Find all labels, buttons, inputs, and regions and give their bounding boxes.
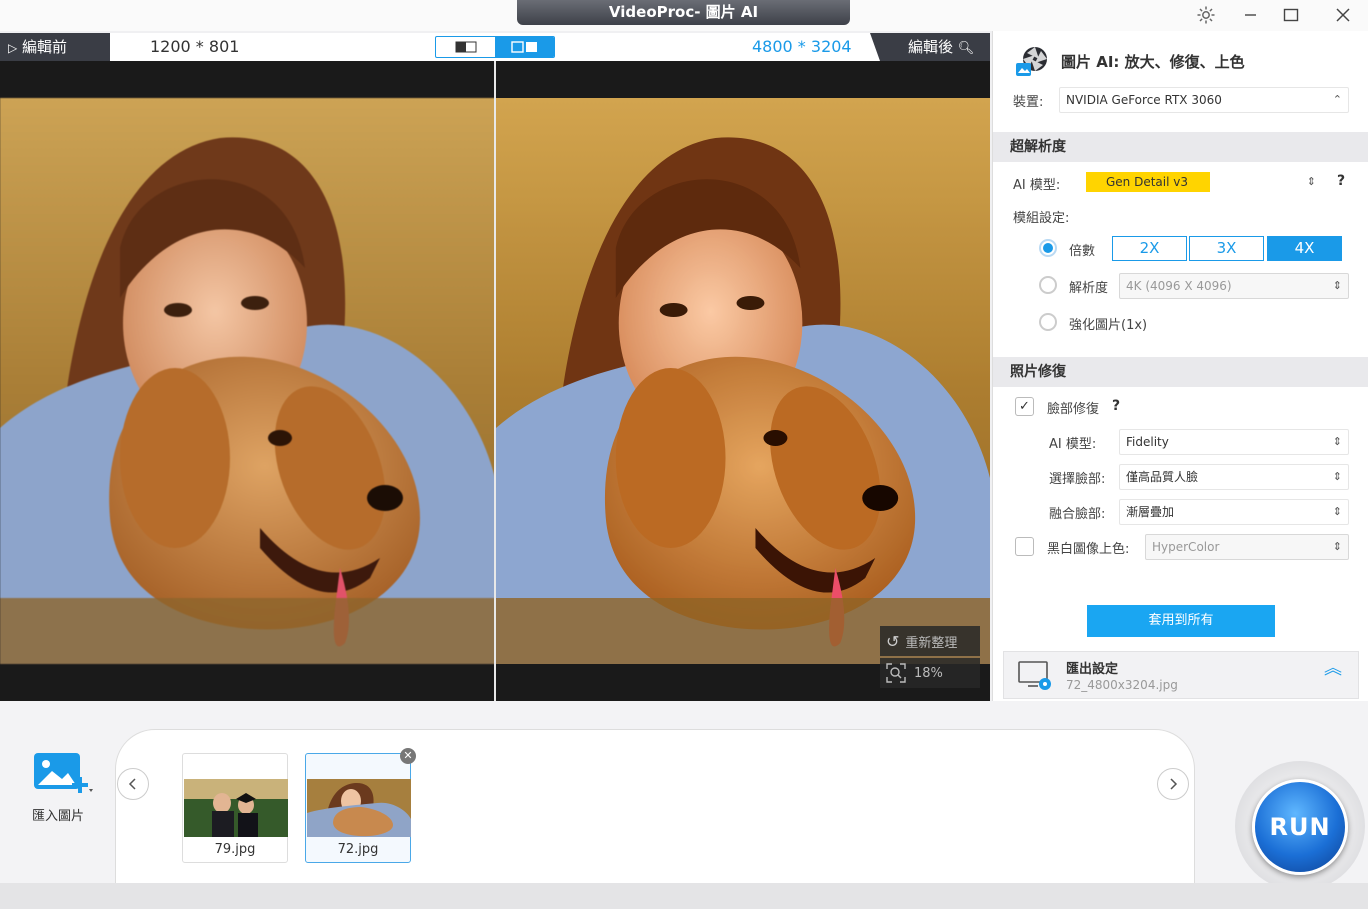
module-settings-label: 模組設定: [1013,211,1070,226]
export-title: 匯出設定 [1066,662,1119,677]
chevron-updown-icon: ⇕ [1332,279,1342,292]
thumbnail-image [307,779,411,837]
chevron-updown-icon: ⇕ [1332,470,1342,483]
minimize-icon[interactable] [1230,2,1270,28]
add-image-icon [34,753,93,793]
thumbnail-item[interactable]: 79.jpg [182,753,288,863]
blend-face-select[interactable]: 漸層疊加 ⇕ [1119,499,1349,525]
scale-radio[interactable] [1039,239,1057,257]
export-settings[interactable]: 匯出設定 72_4800x3204.jpg ︽ [1003,651,1359,699]
window-title: VideoProc- 圖片 AI [517,0,850,25]
resolution-radio[interactable] [1039,276,1057,294]
chevron-updown-icon: ⇕ [1332,505,1342,518]
face-repair-checkbox[interactable]: ✓ [1015,397,1034,416]
zoom-control[interactable]: 18% [880,658,980,688]
refresh-icon: ↺ [886,631,900,651]
ai-model-value: Gen Detail v3 [1086,172,1211,192]
title-bar: VideoProc- 圖片 AI [0,0,1368,31]
reset-button[interactable]: ↺ 重新整理 [880,626,980,656]
colorize-label: 黑白圖像上色: [1047,542,1130,557]
thumbnail-name: 79.jpg [214,842,256,857]
scale-4x-button[interactable]: 4X [1267,236,1342,261]
split-view-button[interactable] [495,37,554,57]
face-ai-model-select[interactable]: Fidelity ⇕ [1119,429,1349,455]
settings-panel: 圖片 AI: 放大、修復、上色 裝置: NVIDIA GeForce RTX 3… [992,31,1368,703]
apply-all-button[interactable]: 套用到所有 [1087,605,1275,637]
settings-gear-icon[interactable] [1186,2,1226,28]
chevron-updown-icon: ⇕ [1306,175,1316,188]
scale-3x-button[interactable]: 3X [1189,236,1264,261]
ai-model-select[interactable]: Gen Detail v3 ⇕ [1083,169,1323,195]
export-filename: 72_4800x3204.jpg [1066,678,1178,692]
blend-face-label: 融合臉部: [1049,507,1106,522]
search-icon[interactable]: 🔍︎ [958,41,975,56]
export-settings-icon [1018,660,1054,696]
colorize-value: HyperColor [1152,540,1220,554]
app-window: VideoProc- 圖片 AI ▷ 編輯前 1200 * 801 4800 *… [0,0,1368,909]
chevron-double-up-icon[interactable]: ︽ [1324,660,1342,678]
play-icon: ▷ [8,41,18,55]
prev-arrow-icon[interactable] [117,768,149,800]
device-value: NVIDIA GeForce RTX 3060 [1066,93,1222,107]
run-button-frame: RUN [1235,761,1365,891]
before-resolution: 1200 * 801 [150,37,240,56]
enhance-label: 強化圖片(1x) [1069,318,1148,333]
chevron-updown-icon: ⇕ [1332,435,1342,448]
compare-header: ▷ 編輯前 1200 * 801 4800 * 3204 編輯後 🔍︎ [0,33,990,61]
import-label: 匯入圖片 [31,809,84,824]
resolution-value: 4K (4096 X 4096) [1126,279,1232,293]
select-face-label: 選擇臉部: [1049,472,1106,487]
preview-area: ↺ 重新整理 18% [0,61,990,701]
zoom-level: 18% [914,665,943,681]
after-tab[interactable]: 編輯後 🔍︎ [870,33,990,61]
before-tab[interactable]: ▷ 編輯前 [0,33,110,61]
photo-repair-header: 照片修復 [993,357,1368,387]
thumbnail-name: 72.jpg [337,842,379,857]
colorize-select[interactable]: HyperColor ⇕ [1145,534,1349,560]
device-select[interactable]: NVIDIA GeForce RTX 3060 ⌃ [1059,87,1349,113]
thumbnail-item-selected[interactable]: 72.jpg ✕ [305,748,416,863]
run-button[interactable]: RUN [1252,779,1348,875]
panel-header: 圖片 AI: 放大、修復、上色 裝置: NVIDIA GeForce RTX 3… [993,31,1368,131]
reset-label: 重新整理 [905,635,958,651]
resolution-label: 解析度 [1069,281,1109,296]
after-image [496,98,990,664]
remove-thumbnail-icon[interactable]: ✕ [400,748,416,764]
zoom-icon [886,663,906,683]
scale-label: 倍數 [1069,244,1096,259]
chevron-updown-icon: ⌃ [1332,93,1342,106]
import-image-button[interactable]: 匯入圖片 [28,751,98,824]
next-arrow-icon[interactable] [1157,768,1189,800]
thumbnail-image [184,779,288,837]
device-label: 裝置: [1013,95,1044,110]
scale-2x-button[interactable]: 2X [1112,236,1187,261]
face-repair-label: 臉部修復 [1047,402,1100,417]
select-face-select[interactable]: 僅高品質人臉 ⇕ [1119,464,1349,490]
blend-face-value: 漸層疊加 [1126,505,1175,519]
face-ai-model-label: AI 模型: [1049,437,1097,452]
colorize-checkbox[interactable] [1015,537,1034,556]
panel-title: 圖片 AI: 放大、修復、上色 [1061,53,1245,71]
enhance-radio[interactable] [1039,313,1057,331]
chevron-updown-icon: ⇕ [1332,540,1342,553]
maximize-icon[interactable] [1271,2,1311,28]
before-label: 編輯前 [22,38,68,56]
resolution-select[interactable]: 4K (4096 X 4096) ⇕ [1119,273,1349,299]
view-mode-toggle [435,36,555,58]
single-view-button[interactable] [436,37,495,57]
image-ai-logo-icon [1015,45,1049,79]
super-resolution-header: 超解析度 [993,132,1368,162]
ai-model-label: AI 模型: [1013,178,1061,193]
help-icon[interactable]: ? [1337,173,1345,189]
close-icon[interactable] [1323,2,1363,28]
after-resolution: 4800 * 3204 [752,37,852,56]
select-face-value: 僅高品質人臉 [1126,470,1199,484]
compare-divider[interactable] [494,61,496,701]
status-bar [0,883,1368,909]
after-label: 編輯後 [908,38,954,56]
help-icon[interactable]: ? [1112,398,1120,414]
bottom-bar: 匯入圖片 79.jpg 72.jpg ✕ RUN [0,701,1368,909]
face-ai-model-value: Fidelity [1126,435,1169,449]
before-image [0,98,495,664]
